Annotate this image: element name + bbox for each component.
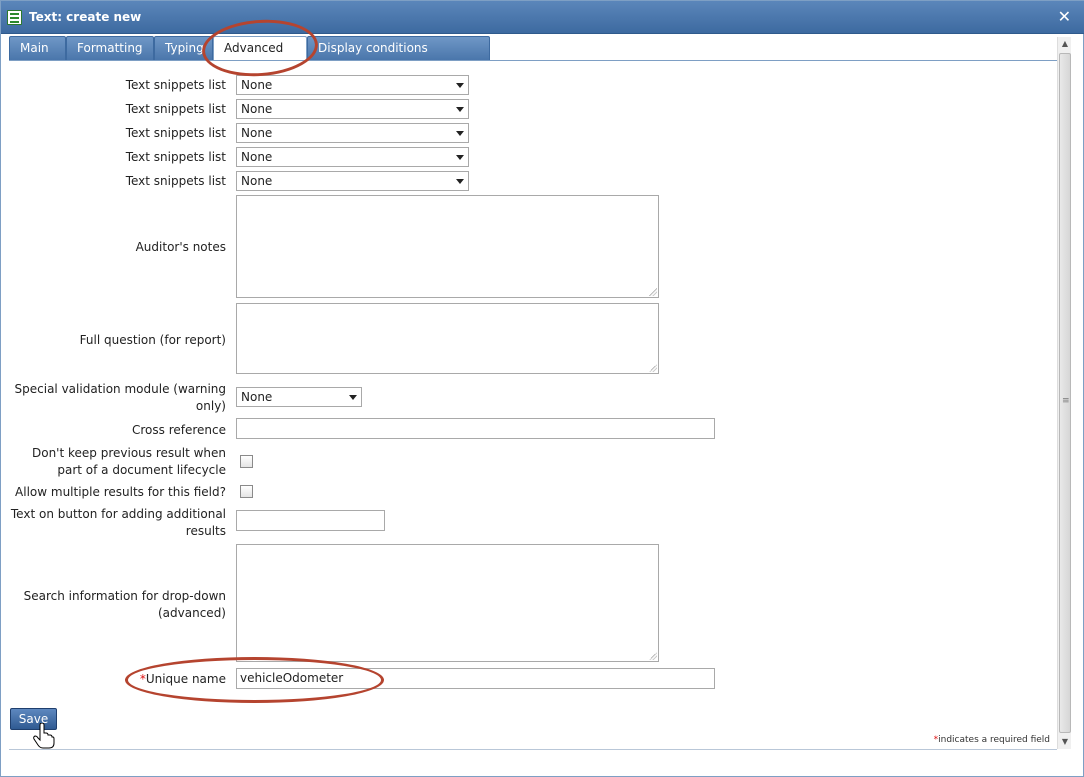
chevron-down-icon: [349, 395, 357, 400]
title-bar: Text: create new ✕: [1, 1, 1084, 34]
button-text-input[interactable]: [236, 510, 385, 531]
unique-name-label: *Unique name: [140, 671, 226, 688]
snippets-label-2: Text snippets list: [125, 102, 226, 116]
snippets-label-1: Text snippets list: [125, 78, 226, 92]
special-validation-select[interactable]: None: [236, 387, 362, 407]
search-info-label-line1: Search information for drop-down: [23, 589, 226, 603]
search-info-textarea[interactable]: [236, 544, 659, 662]
cross-reference-label: Cross reference: [131, 423, 226, 437]
tab-display-conditions[interactable]: Display conditions (advanced): [307, 36, 490, 78]
full-question-textarea[interactable]: [236, 303, 659, 374]
snippets-label-3: Text snippets list: [125, 126, 226, 140]
full-question-label: Full question (for report): [79, 333, 226, 347]
cross-reference-input[interactable]: [236, 418, 715, 439]
chevron-down-icon: [456, 83, 464, 88]
chevron-down-icon: [456, 179, 464, 184]
chevron-down-icon: [456, 131, 464, 136]
auditors-notes-textarea[interactable]: [236, 195, 659, 298]
resize-handle-icon[interactable]: [649, 652, 657, 660]
special-validation-label: Special validation module (warning only): [15, 381, 226, 415]
scroll-up-arrow-icon[interactable]: ▲: [1058, 37, 1072, 51]
select-value: None: [241, 174, 273, 188]
button-text-label: Text on button for adding additional res…: [11, 506, 226, 540]
resize-handle-icon[interactable]: [649, 364, 657, 372]
special-validation-label-line2: only): [195, 399, 226, 413]
select-value: None: [241, 150, 273, 164]
dont-keep-checkbox[interactable]: [240, 455, 253, 468]
snippets-label-4: Text snippets list: [125, 150, 226, 164]
special-validation-label-line1: Special validation module (warning: [14, 382, 226, 396]
scroll-down-arrow-icon[interactable]: ▼: [1058, 735, 1072, 749]
snippets-select-2[interactable]: None: [236, 99, 469, 119]
tab-formatting[interactable]: Formatting: [66, 36, 154, 60]
dont-keep-label-line1: Don't keep previous result when: [31, 446, 226, 460]
window-title: Text: create new: [29, 10, 142, 24]
button-text-label-line1: Text on button for adding additional: [10, 507, 226, 521]
select-value: None: [241, 78, 273, 92]
allow-multiple-checkbox[interactable]: [240, 485, 253, 498]
unique-name-input[interactable]: vehicleOdometer: [236, 668, 715, 689]
search-info-label: Search information for drop-down (advanc…: [24, 588, 226, 622]
tab-divider: [9, 60, 1057, 61]
required-note-text: indicates a required field: [938, 735, 1050, 745]
required-note: *indicates a required field: [934, 735, 1050, 745]
hand-cursor-icon: [33, 723, 55, 749]
resize-handle-icon[interactable]: [649, 288, 657, 296]
allow-multiple-label: Allow multiple results for this field?: [15, 485, 226, 499]
dont-keep-label: Don't keep previous result when part of …: [32, 445, 226, 479]
snippets-select-4[interactable]: None: [236, 147, 469, 167]
unique-name-label-text: Unique name: [145, 672, 226, 686]
select-value: None: [241, 126, 273, 140]
dialog-window: Text: create new ✕ Main Formatting Typin…: [0, 0, 1084, 777]
vertical-scrollbar[interactable]: ▲ ≡ ▼: [1057, 37, 1071, 749]
grip-icon: ≡: [1062, 396, 1070, 406]
snippets-select-5[interactable]: None: [236, 171, 469, 191]
search-info-label-line2: (advanced): [158, 606, 226, 620]
select-value: None: [241, 102, 273, 116]
snippets-select-1[interactable]: None: [236, 75, 469, 95]
scroll-thumb[interactable]: ≡: [1059, 53, 1071, 733]
tab-main[interactable]: Main: [9, 36, 66, 60]
close-icon[interactable]: ✕: [1058, 7, 1071, 26]
chevron-down-icon: [456, 155, 464, 160]
tab-advanced[interactable]: Advanced: [213, 36, 307, 61]
auditors-notes-label: Auditor's notes: [135, 240, 226, 254]
select-value: None: [241, 390, 273, 404]
chevron-down-icon: [456, 107, 464, 112]
footer-divider: [9, 749, 1057, 750]
snippets-label-5: Text snippets list: [125, 174, 226, 188]
dont-keep-label-line2: part of a document lifecycle: [57, 463, 226, 477]
tab-typing[interactable]: Typing: [154, 36, 213, 60]
tab-bar: Main Formatting Typing Advanced Display …: [9, 36, 490, 78]
button-text-label-line2: results: [185, 524, 226, 538]
snippets-select-3[interactable]: None: [236, 123, 469, 143]
form-icon: [7, 10, 22, 25]
